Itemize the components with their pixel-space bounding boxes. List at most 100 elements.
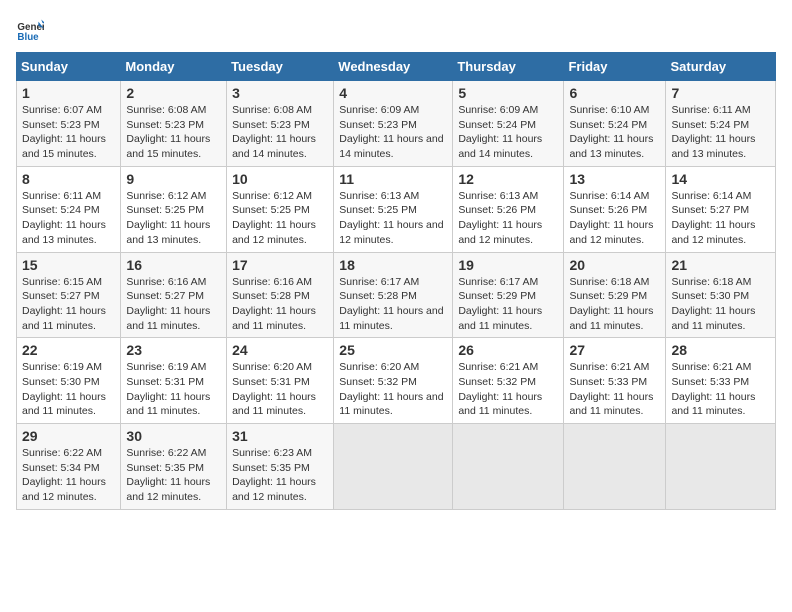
calendar-cell: 17 Sunrise: 6:16 AMSunset: 5:28 PMDayligh… xyxy=(227,252,334,338)
calendar-cell: 11 Sunrise: 6:13 AMSunset: 5:25 PMDayligh… xyxy=(334,166,453,252)
calendar-cell: 14Sunrise: 6:14 AMSunset: 5:27 PMDayligh… xyxy=(666,166,776,252)
day-number: 23 xyxy=(126,342,221,358)
day-detail: Sunrise: 6:13 AMSunset: 5:26 PMDaylight:… xyxy=(458,190,542,246)
day-detail: Sunrise: 6:22 AMSunset: 5:35 PMDaylight:… xyxy=(126,447,210,503)
day-number: 19 xyxy=(458,257,558,273)
day-number: 28 xyxy=(671,342,770,358)
calendar-cell: 1 Sunrise: 6:07 AMSunset: 5:23 PMDaylight… xyxy=(17,81,121,167)
day-detail: Sunrise: 6:17 AMSunset: 5:28 PMDaylight:… xyxy=(339,276,443,332)
day-number: 5 xyxy=(458,85,558,101)
day-number: 3 xyxy=(232,85,328,101)
logo: General Blue xyxy=(16,16,48,44)
calendar-cell xyxy=(564,424,666,510)
day-number: 16 xyxy=(126,257,221,273)
day-detail: Sunrise: 6:16 AMSunset: 5:28 PMDaylight:… xyxy=(232,276,316,332)
day-detail: Sunrise: 6:17 AMSunset: 5:29 PMDaylight:… xyxy=(458,276,542,332)
day-detail: Sunrise: 6:08 AMSunset: 5:23 PMDaylight:… xyxy=(232,104,316,160)
calendar-cell: 18Sunrise: 6:17 AMSunset: 5:28 PMDayligh… xyxy=(334,252,453,338)
calendar-header-wednesday: Wednesday xyxy=(334,53,453,81)
day-number: 21 xyxy=(671,257,770,273)
day-number: 6 xyxy=(569,85,660,101)
day-number: 11 xyxy=(339,171,447,187)
day-detail: Sunrise: 6:16 AMSunset: 5:27 PMDaylight:… xyxy=(126,276,210,332)
day-detail: Sunrise: 6:22 AMSunset: 5:34 PMDaylight:… xyxy=(22,447,106,503)
calendar-cell xyxy=(334,424,453,510)
calendar-cell: 21 Sunrise: 6:18 AMSunset: 5:30 PMDayligh… xyxy=(666,252,776,338)
calendar-header-friday: Friday xyxy=(564,53,666,81)
day-number: 7 xyxy=(671,85,770,101)
calendar-cell: 16 Sunrise: 6:16 AMSunset: 5:27 PMDayligh… xyxy=(121,252,227,338)
day-detail: Sunrise: 6:23 AMSunset: 5:35 PMDaylight:… xyxy=(232,447,316,503)
calendar-cell: 29Sunrise: 6:22 AMSunset: 5:34 PMDayligh… xyxy=(17,424,121,510)
calendar-cell: 31 Sunrise: 6:23 AMSunset: 5:35 PMDayligh… xyxy=(227,424,334,510)
calendar-header-sunday: Sunday xyxy=(17,53,121,81)
day-number: 10 xyxy=(232,171,328,187)
calendar-cell: 24 Sunrise: 6:20 AMSunset: 5:31 PMDayligh… xyxy=(227,338,334,424)
calendar-header-tuesday: Tuesday xyxy=(227,53,334,81)
day-number: 27 xyxy=(569,342,660,358)
day-number: 9 xyxy=(126,171,221,187)
day-detail: Sunrise: 6:21 AMSunset: 5:33 PMDaylight:… xyxy=(671,361,755,417)
calendar-header-saturday: Saturday xyxy=(666,53,776,81)
day-number: 4 xyxy=(339,85,447,101)
day-number: 15 xyxy=(22,257,115,273)
day-detail: Sunrise: 6:08 AMSunset: 5:23 PMDaylight:… xyxy=(126,104,210,160)
calendar-cell: 4 Sunrise: 6:09 AMSunset: 5:23 PMDaylight… xyxy=(334,81,453,167)
calendar-cell: 5 Sunrise: 6:09 AMSunset: 5:24 PMDaylight… xyxy=(453,81,564,167)
calendar-cell: 13 Sunrise: 6:14 AMSunset: 5:26 PMDayligh… xyxy=(564,166,666,252)
day-detail: Sunrise: 6:20 AMSunset: 5:32 PMDaylight:… xyxy=(339,361,443,417)
day-detail: Sunrise: 6:12 AMSunset: 5:25 PMDaylight:… xyxy=(232,190,316,246)
calendar-cell: 30 Sunrise: 6:22 AMSunset: 5:35 PMDayligh… xyxy=(121,424,227,510)
calendar-cell: 9 Sunrise: 6:12 AMSunset: 5:25 PMDaylight… xyxy=(121,166,227,252)
calendar-cell: 3 Sunrise: 6:08 AMSunset: 5:23 PMDaylight… xyxy=(227,81,334,167)
calendar-cell: 22Sunrise: 6:19 AMSunset: 5:30 PMDayligh… xyxy=(17,338,121,424)
calendar-cell: 27 Sunrise: 6:21 AMSunset: 5:33 PMDayligh… xyxy=(564,338,666,424)
calendar-week-row: 8 Sunrise: 6:11 AMSunset: 5:24 PMDaylight… xyxy=(17,166,776,252)
day-number: 30 xyxy=(126,428,221,444)
day-detail: Sunrise: 6:07 AMSunset: 5:23 PMDaylight:… xyxy=(22,104,106,160)
day-detail: Sunrise: 6:09 AMSunset: 5:24 PMDaylight:… xyxy=(458,104,542,160)
calendar-header-thursday: Thursday xyxy=(453,53,564,81)
svg-text:Blue: Blue xyxy=(17,32,39,43)
calendar-cell: 2Sunrise: 6:08 AMSunset: 5:23 PMDaylight… xyxy=(121,81,227,167)
logo-icon: General Blue xyxy=(16,16,44,44)
calendar-cell: 25 Sunrise: 6:20 AMSunset: 5:32 PMDayligh… xyxy=(334,338,453,424)
day-detail: Sunrise: 6:21 AMSunset: 5:32 PMDaylight:… xyxy=(458,361,542,417)
day-detail: Sunrise: 6:19 AMSunset: 5:30 PMDaylight:… xyxy=(22,361,106,417)
day-number: 25 xyxy=(339,342,447,358)
day-number: 13 xyxy=(569,171,660,187)
day-number: 12 xyxy=(458,171,558,187)
day-number: 31 xyxy=(232,428,328,444)
calendar-cell: 8 Sunrise: 6:11 AMSunset: 5:24 PMDaylight… xyxy=(17,166,121,252)
calendar-header-row: SundayMondayTuesdayWednesdayThursdayFrid… xyxy=(17,53,776,81)
calendar-cell: 19 Sunrise: 6:17 AMSunset: 5:29 PMDayligh… xyxy=(453,252,564,338)
day-number: 20 xyxy=(569,257,660,273)
calendar-cell: 26 Sunrise: 6:21 AMSunset: 5:32 PMDayligh… xyxy=(453,338,564,424)
day-number: 17 xyxy=(232,257,328,273)
day-number: 8 xyxy=(22,171,115,187)
day-number: 1 xyxy=(22,85,115,101)
day-detail: Sunrise: 6:18 AMSunset: 5:29 PMDaylight:… xyxy=(569,276,653,332)
calendar-week-row: 22Sunrise: 6:19 AMSunset: 5:30 PMDayligh… xyxy=(17,338,776,424)
header: General Blue xyxy=(16,16,776,44)
calendar-table: SundayMondayTuesdayWednesdayThursdayFrid… xyxy=(16,52,776,510)
day-detail: Sunrise: 6:13 AMSunset: 5:25 PMDaylight:… xyxy=(339,190,443,246)
day-detail: Sunrise: 6:21 AMSunset: 5:33 PMDaylight:… xyxy=(569,361,653,417)
day-detail: Sunrise: 6:20 AMSunset: 5:31 PMDaylight:… xyxy=(232,361,316,417)
day-detail: Sunrise: 6:15 AMSunset: 5:27 PMDaylight:… xyxy=(22,276,106,332)
day-detail: Sunrise: 6:14 AMSunset: 5:26 PMDaylight:… xyxy=(569,190,653,246)
day-detail: Sunrise: 6:19 AMSunset: 5:31 PMDaylight:… xyxy=(126,361,210,417)
day-number: 26 xyxy=(458,342,558,358)
calendar-cell: 23 Sunrise: 6:19 AMSunset: 5:31 PMDayligh… xyxy=(121,338,227,424)
day-number: 24 xyxy=(232,342,328,358)
calendar-cell: 6Sunrise: 6:10 AMSunset: 5:24 PMDaylight… xyxy=(564,81,666,167)
day-detail: Sunrise: 6:09 AMSunset: 5:23 PMDaylight:… xyxy=(339,104,443,160)
calendar-cell: 20 Sunrise: 6:18 AMSunset: 5:29 PMDayligh… xyxy=(564,252,666,338)
calendar-cell: 7 Sunrise: 6:11 AMSunset: 5:24 PMDaylight… xyxy=(666,81,776,167)
day-detail: Sunrise: 6:18 AMSunset: 5:30 PMDaylight:… xyxy=(671,276,755,332)
calendar-cell: 15 Sunrise: 6:15 AMSunset: 5:27 PMDayligh… xyxy=(17,252,121,338)
day-detail: Sunrise: 6:12 AMSunset: 5:25 PMDaylight:… xyxy=(126,190,210,246)
day-detail: Sunrise: 6:11 AMSunset: 5:24 PMDaylight:… xyxy=(671,104,755,160)
day-detail: Sunrise: 6:11 AMSunset: 5:24 PMDaylight:… xyxy=(22,190,106,246)
calendar-cell xyxy=(666,424,776,510)
